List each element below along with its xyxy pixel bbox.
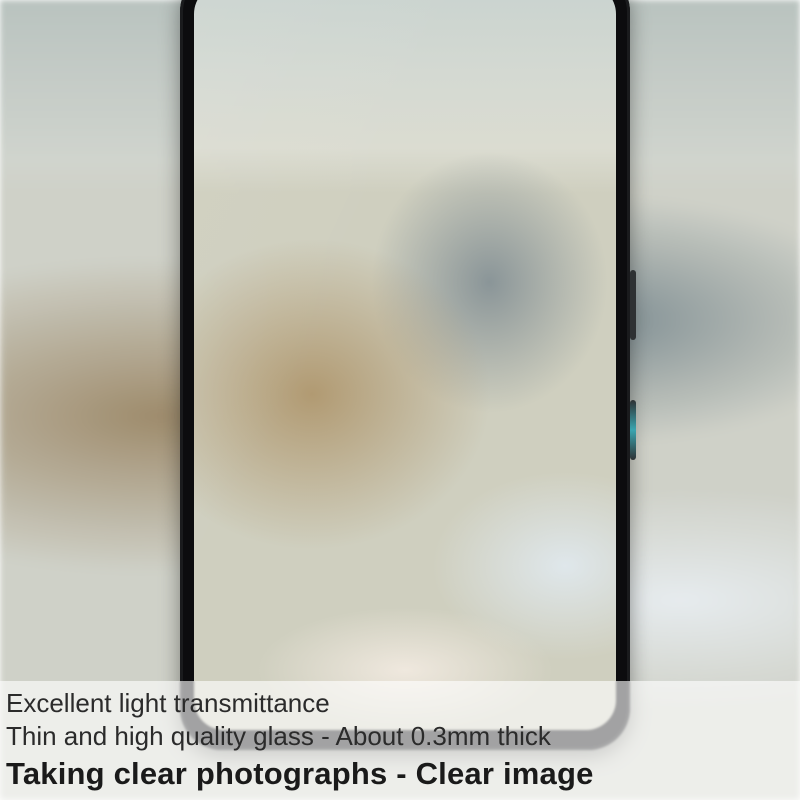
caption-line-1: Excellent light transmittance <box>6 687 792 720</box>
caption-line-3: Taking clear photographs - Clear image <box>6 755 792 794</box>
phone-volume-button <box>630 400 636 460</box>
phone-power-button <box>630 270 636 340</box>
phone-frame <box>180 0 630 750</box>
caption-line-2: Thin and high quality glass - About 0.3m… <box>6 720 792 753</box>
phone-screen-image <box>194 0 616 730</box>
caption-overlay: Excellent light transmittance Thin and h… <box>0 681 800 800</box>
